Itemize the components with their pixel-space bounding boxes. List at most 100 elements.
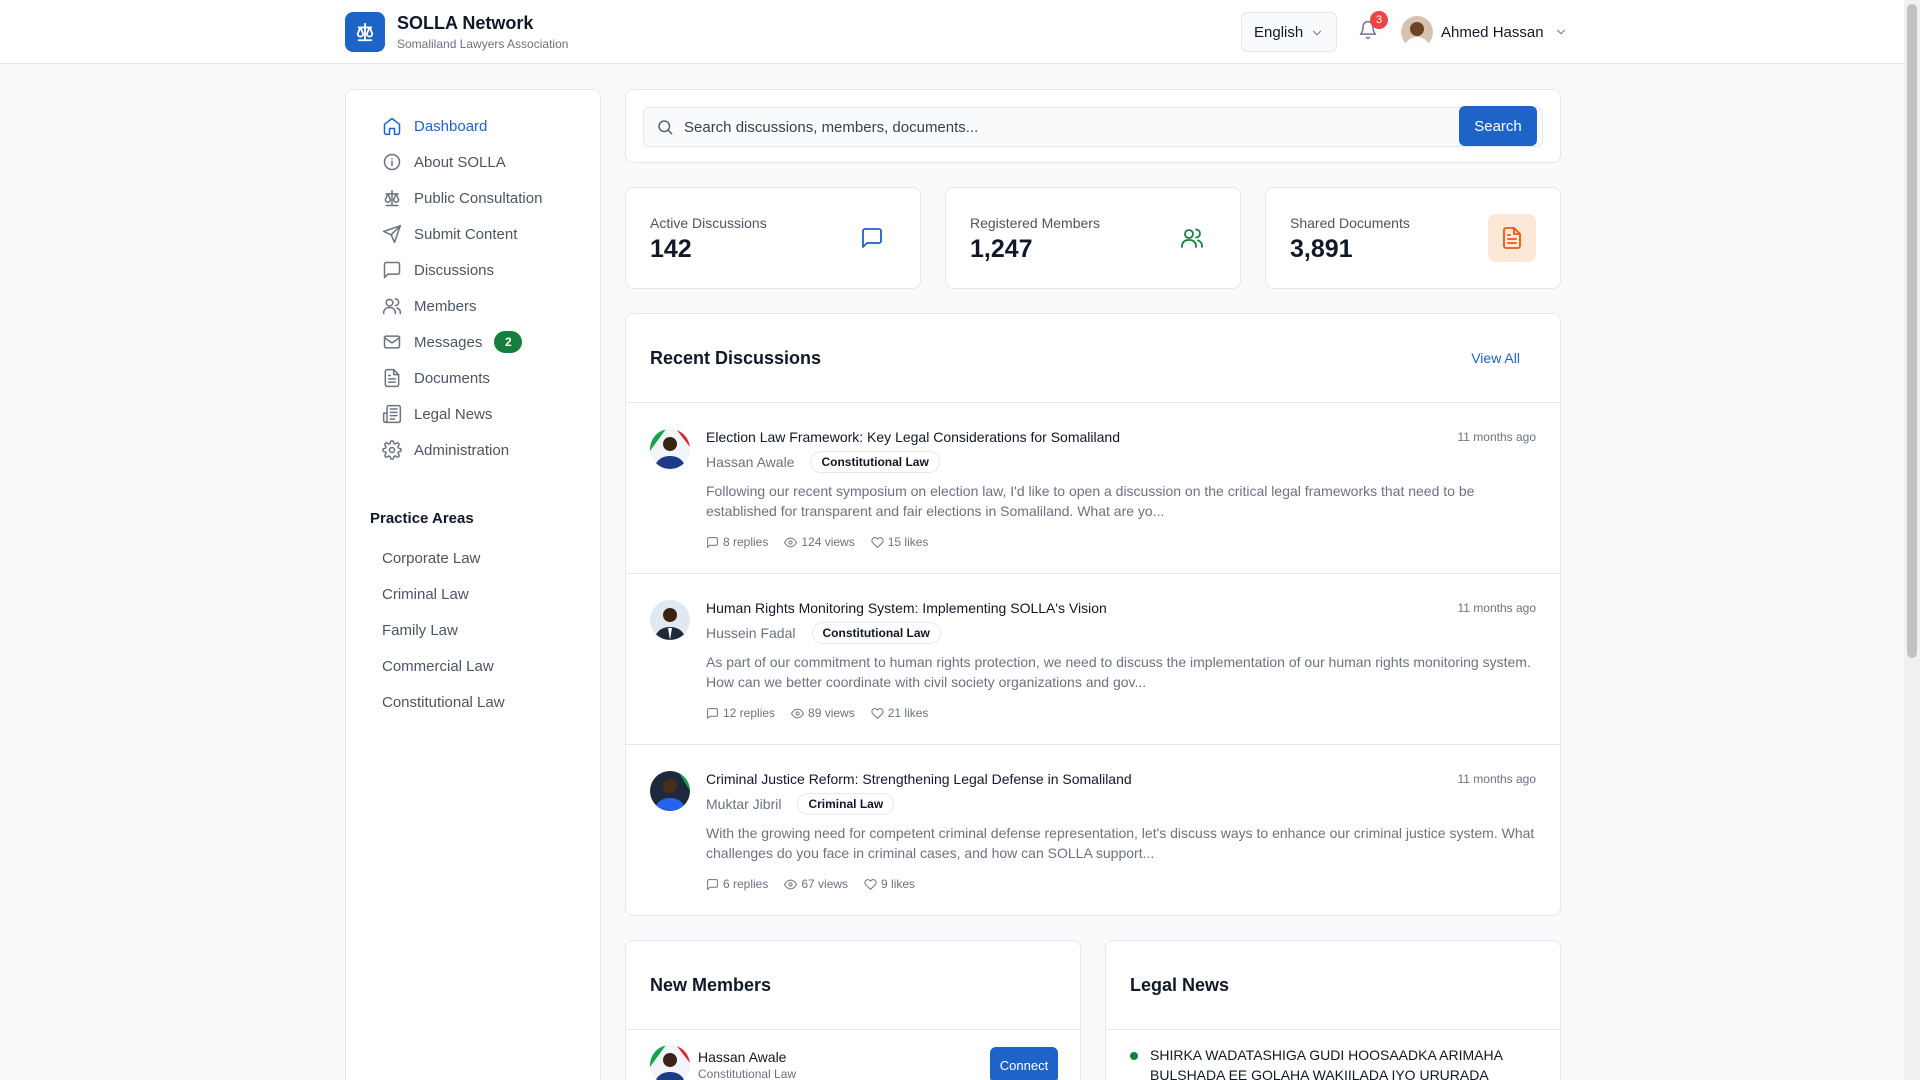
file-text-icon (1488, 214, 1536, 262)
news-bullet (1130, 1052, 1138, 1060)
member-item: Hassan Awale Constitutional Law Connect (650, 1045, 1058, 1080)
messages-badge: 2 (494, 331, 523, 353)
practice-tag: Constitutional Law (810, 451, 940, 473)
legal-news-card: Legal News SHIRKA WADATASHIGA GUDI HOOSA… (1105, 940, 1561, 1080)
sidebar-item-discussions[interactable]: Discussions (346, 252, 600, 288)
page-scrollbar[interactable] (1904, 0, 1920, 1080)
users-icon (1168, 214, 1216, 262)
user-name: Ahmed Hassan (1441, 23, 1544, 41)
discussion-item[interactable]: Criminal Justice Reform: Strengthening L… (626, 745, 1560, 915)
search-card: Search (625, 89, 1561, 163)
member-practice-area: Constitutional Law (698, 1067, 797, 1080)
eye-icon (784, 878, 801, 891)
stat-value: 1,247 (970, 235, 1033, 263)
language-select[interactable]: English (1241, 12, 1337, 52)
sidebar-item-about[interactable]: About SOLLA (346, 144, 600, 180)
stat-card-shared-documents: Shared Documents 3,891 (1265, 187, 1561, 289)
sidebar-item-legal-news[interactable]: Legal News (346, 396, 600, 432)
sidebar-item-members[interactable]: Members (346, 288, 600, 324)
discussion-author[interactable]: Hassan Awale (706, 454, 794, 470)
stat-label: Shared Documents (1290, 215, 1410, 231)
avatar (650, 600, 690, 640)
search-input[interactable] (684, 108, 1444, 146)
new-members-header: New Members (626, 941, 1080, 1030)
likes-count: 15 likes (887, 535, 929, 549)
heart-icon (871, 536, 888, 549)
sidebar-item-public-consultation[interactable]: Public Consultation (346, 180, 600, 216)
discussion-title[interactable]: Election Law Framework: Key Legal Consid… (706, 429, 1120, 445)
home-icon (382, 116, 402, 136)
sidebar-item-messages[interactable]: Messages 2 (346, 324, 600, 360)
discussion-excerpt: As part of our commitment to human right… (706, 654, 1531, 690)
sidebar-item-administration[interactable]: Administration (346, 432, 600, 468)
practice-tag: Criminal Law (797, 793, 895, 815)
practice-areas-list: Corporate Law Criminal Law Family Law Co… (346, 540, 600, 720)
views-count: 124 views (801, 535, 855, 549)
search-button[interactable]: Search (1459, 106, 1537, 146)
file-text-icon (382, 368, 402, 388)
chevron-down-icon (1554, 25, 1568, 39)
views-count: 89 views (808, 706, 855, 720)
brand[interactable]: SOLLA Network Somaliland Lawyers Associa… (345, 12, 568, 52)
sidebar-item-dashboard[interactable]: Dashboard (346, 108, 600, 144)
discussion-title[interactable]: Human Rights Monitoring System: Implemen… (706, 600, 1107, 616)
sidebar-item-documents[interactable]: Documents (346, 360, 600, 396)
discussion-time: 11 months ago (1457, 772, 1537, 786)
sidebar: Dashboard About SOLLA Public Consultatio… (345, 89, 601, 1080)
news-headline[interactable]: SHIRKA WADATASHIGA GUDI HOOSAADKA ARIMAH… (1150, 1045, 1530, 1080)
send-icon (382, 224, 402, 244)
stat-card-active-discussions: Active Discussions 142 (625, 187, 921, 289)
sidebar-item-label: Messages (414, 333, 483, 351)
sidebar-item-label: Discussions (414, 261, 495, 279)
message-square-icon (382, 260, 402, 280)
sidebar-item-label: Administration (414, 441, 510, 459)
likes-count: 9 likes (881, 877, 916, 891)
view-all-link[interactable]: View All (1471, 350, 1520, 366)
sidebar-item-label: Legal News (414, 405, 493, 423)
replies-count: 6 replies (723, 877, 769, 891)
recent-discussions-title: Recent Discussions (650, 348, 822, 368)
practice-area-family-law[interactable]: Family Law (346, 612, 600, 648)
search-box (643, 107, 1543, 147)
discussion-author[interactable]: Muktar Jibril (706, 796, 781, 812)
practice-area-constitutional-law[interactable]: Constitutional Law (346, 684, 600, 720)
sidebar-item-label: Submit Content (414, 225, 518, 243)
stat-card-registered-members: Registered Members 1,247 (945, 187, 1241, 289)
practice-area-commercial-law[interactable]: Commercial Law (346, 648, 600, 684)
scale-icon (382, 188, 402, 208)
discussion-item[interactable]: Election Law Framework: Key Legal Consid… (626, 403, 1560, 574)
discussion-author[interactable]: Hussein Fadal (706, 625, 796, 641)
eye-icon (791, 707, 808, 720)
practice-area-criminal-law[interactable]: Criminal Law (346, 576, 600, 612)
stat-label: Registered Members (970, 215, 1100, 231)
top-header: SOLLA Network Somaliland Lawyers Associa… (0, 0, 1904, 64)
brand-subtitle: Somaliland Lawyers Association (397, 37, 569, 51)
new-members-card: New Members Hassan Awale Constitutional … (625, 940, 1081, 1080)
notification-badge: 3 (1370, 11, 1388, 29)
chevron-down-icon (1310, 26, 1324, 40)
message-square-icon (848, 214, 896, 262)
discussion-title[interactable]: Criminal Justice Reform: Strengthening L… (706, 771, 1132, 787)
sidebar-item-label: Dashboard (414, 117, 488, 135)
sidebar-item-label: Documents (414, 369, 490, 387)
mail-icon (382, 332, 402, 352)
replies-count: 12 replies (723, 706, 776, 720)
discussion-item[interactable]: Human Rights Monitoring System: Implemen… (626, 574, 1560, 745)
scrollbar-thumb[interactable] (1907, 4, 1917, 658)
newspaper-icon (382, 404, 402, 424)
avatar (650, 771, 690, 811)
message-square-icon (706, 707, 723, 720)
sidebar-nav: Dashboard About SOLLA Public Consultatio… (346, 108, 600, 468)
sidebar-item-submit-content[interactable]: Submit Content (346, 216, 600, 252)
user-menu[interactable]: Ahmed Hassan (1401, 16, 1568, 48)
practice-area-corporate-law[interactable]: Corporate Law (346, 540, 600, 576)
connect-button[interactable]: Connect (990, 1047, 1058, 1080)
views-count: 67 views (801, 877, 849, 891)
info-icon (382, 152, 402, 172)
search-icon (656, 118, 674, 136)
discussion-excerpt: With the growing need for competent crim… (706, 825, 1535, 861)
member-name[interactable]: Hassan Awale (698, 1049, 796, 1065)
heart-icon (871, 707, 888, 720)
news-item[interactable]: SHIRKA WADATASHIGA GUDI HOOSAADKA ARIMAH… (1130, 1045, 1530, 1080)
discussion-excerpt: Following our recent symposium on electi… (706, 483, 1475, 519)
